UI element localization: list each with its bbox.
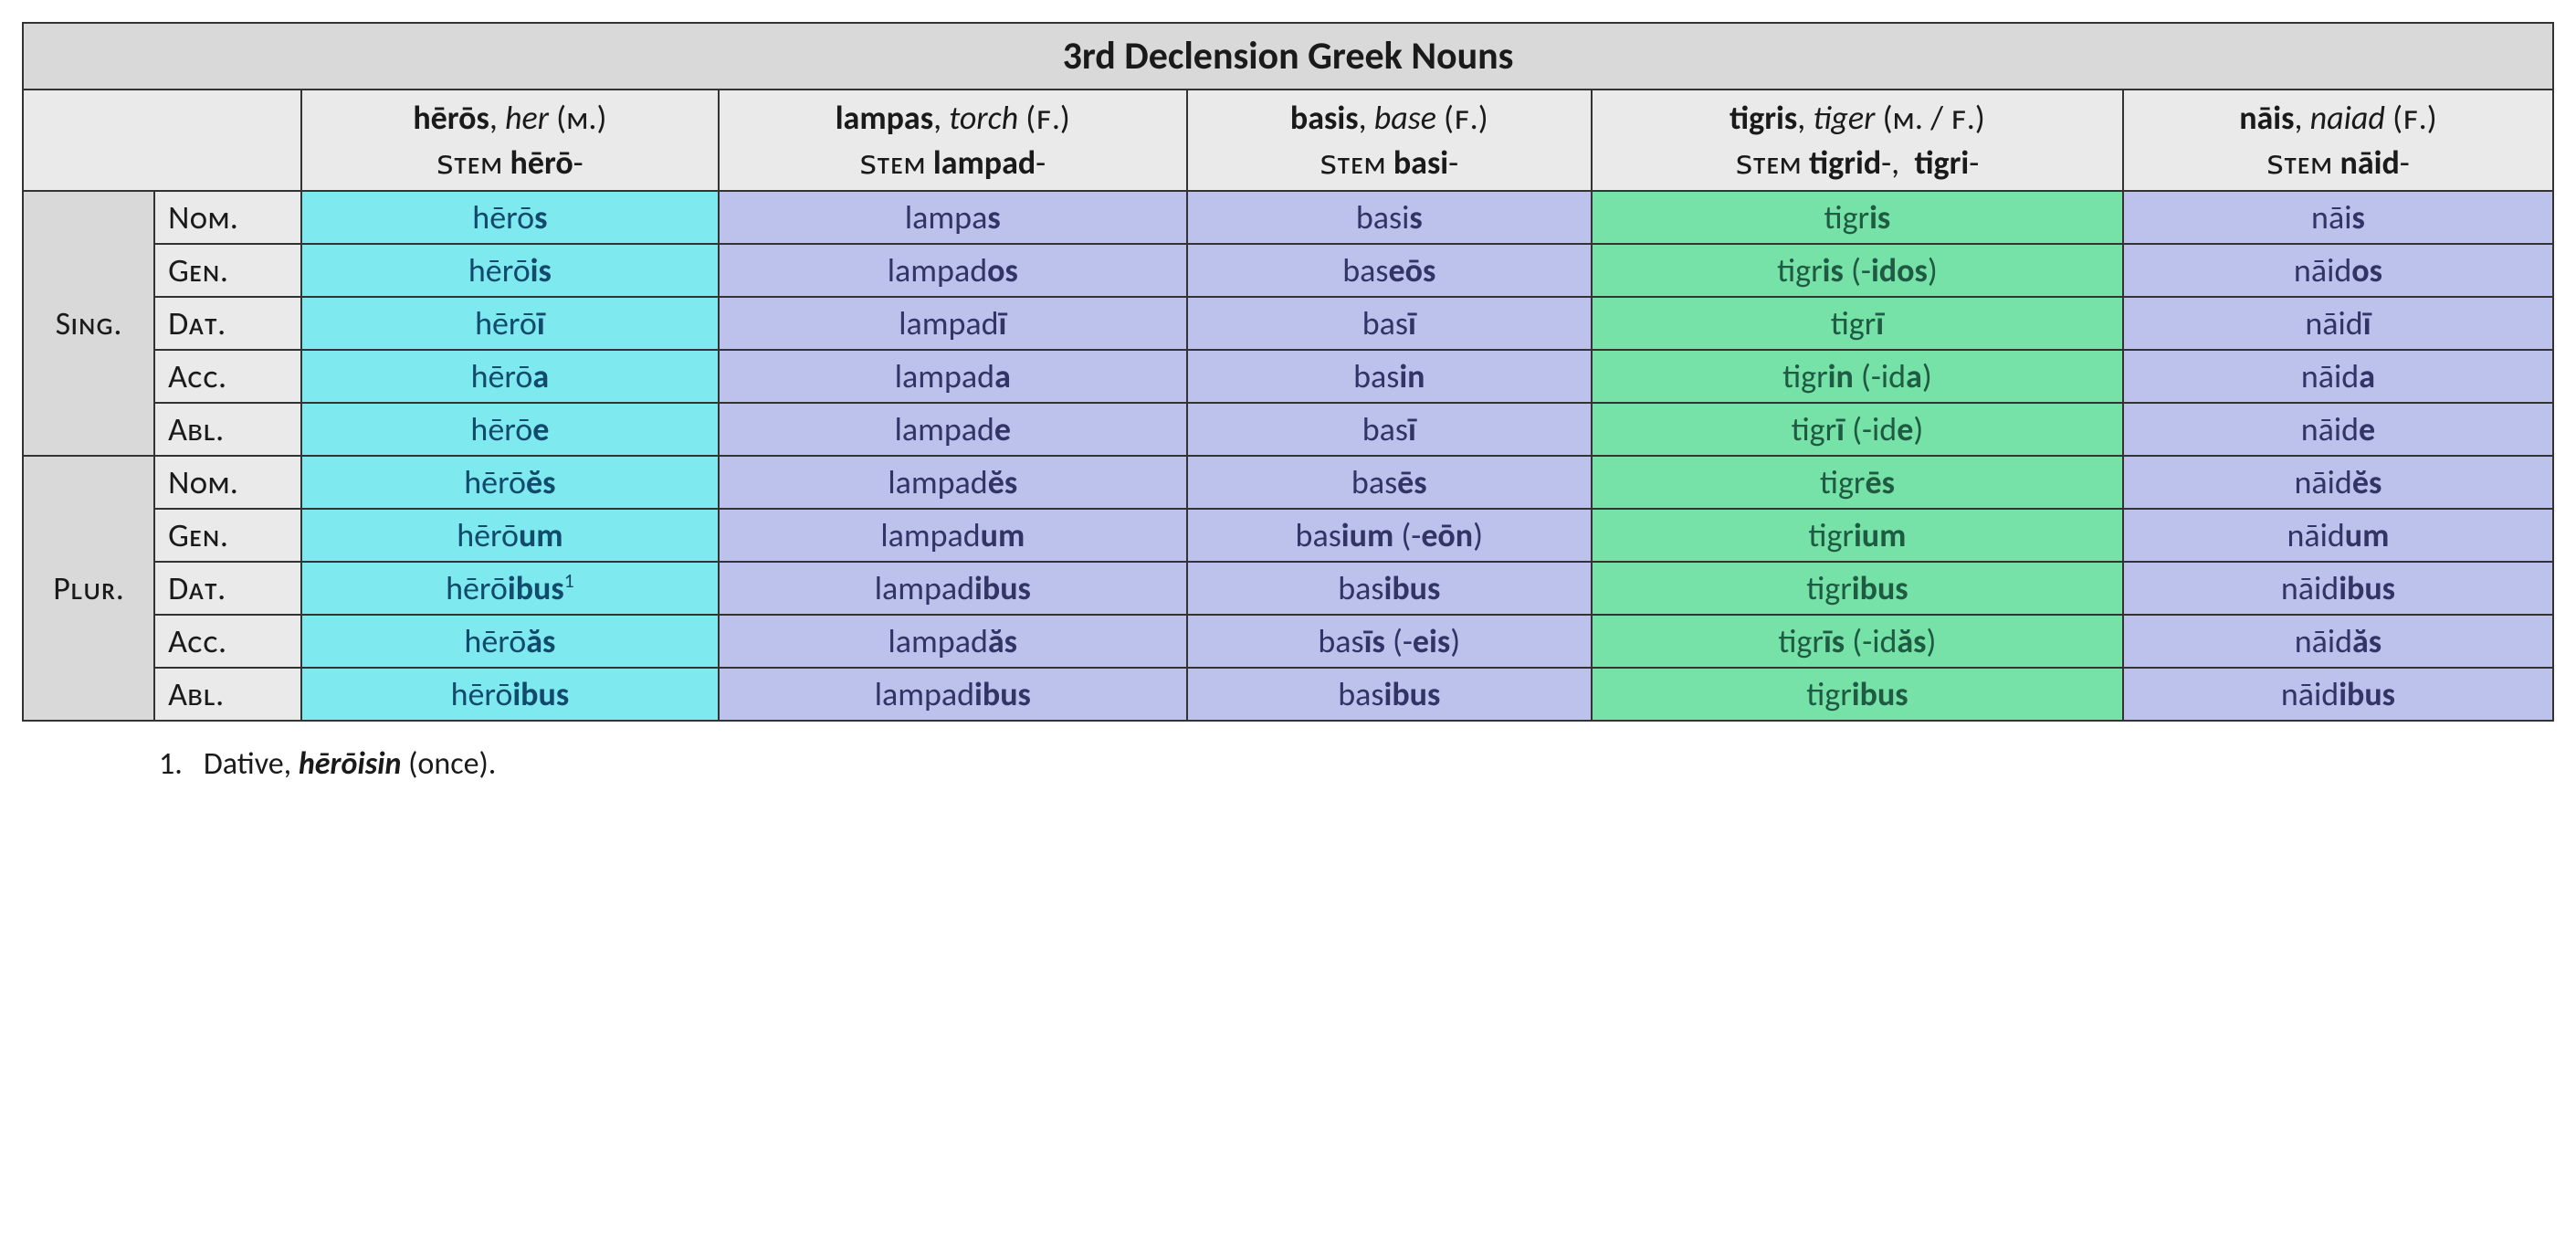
plur-label: Pʟᴜʀ. bbox=[23, 456, 154, 721]
table-row: Gᴇɴ.hērōumlampadumbasium (-eōn)tigriumnā… bbox=[23, 509, 2553, 562]
form-cell: tigrium bbox=[1592, 509, 2123, 562]
case-label-dat: Dᴀᴛ. bbox=[154, 297, 301, 350]
col-header-heros: hērōs, her (ᴍ.)ꜱᴛᴇᴍ hērō- bbox=[301, 90, 719, 191]
case-label-nom: Nᴏᴍ. bbox=[154, 191, 301, 244]
header-blank bbox=[23, 90, 301, 191]
footnote-label: Dative, bbox=[204, 745, 291, 783]
form-cell: nāis bbox=[2123, 191, 2553, 244]
form-cell: tigribus bbox=[1592, 562, 2123, 615]
form-cell: basī bbox=[1187, 403, 1592, 456]
form-cell: nāida bbox=[2123, 350, 2553, 403]
table-row: Aᴄᴄ.hērōalampadabasintigrin (-ida)nāida bbox=[23, 350, 2553, 403]
form-cell: hērōs bbox=[301, 191, 719, 244]
form-cell: basis bbox=[1187, 191, 1592, 244]
case-label-acc: Aᴄᴄ. bbox=[154, 350, 301, 403]
form-cell: nāidĕs bbox=[2123, 456, 2553, 509]
form-cell: lampas bbox=[719, 191, 1187, 244]
form-cell: nāidī bbox=[2123, 297, 2553, 350]
form-cell: basīs (-eis) bbox=[1187, 615, 1592, 668]
form-cell: tigrīs (-idăs) bbox=[1592, 615, 2123, 668]
form-cell: tigrēs bbox=[1592, 456, 2123, 509]
header-row: hērōs, her (ᴍ.)ꜱᴛᴇᴍ hērō- lampas, torch … bbox=[23, 90, 2553, 191]
col-header-nais: nāis, naiad (ꜰ.)ꜱᴛᴇᴍ nāid- bbox=[2123, 90, 2553, 191]
form-cell: hērōī bbox=[301, 297, 719, 350]
case-label-dat: Dᴀᴛ. bbox=[154, 562, 301, 615]
footnote-post: (once). bbox=[408, 745, 496, 783]
table-row: Sɪɴɢ.Nᴏᴍ.hērōslampasbasistigrisnāis bbox=[23, 191, 2553, 244]
sing-label: Sɪɴɢ. bbox=[23, 191, 154, 456]
form-cell: lampadibus bbox=[719, 668, 1187, 721]
table-row: Aʙʟ.hērōibuslampadibusbasibustigribusnāi… bbox=[23, 668, 2553, 721]
form-cell: hērōum bbox=[301, 509, 719, 562]
form-cell: nāidos bbox=[2123, 244, 2553, 297]
form-cell: lampadibus bbox=[719, 562, 1187, 615]
form-cell: basibus bbox=[1187, 668, 1592, 721]
form-cell: basēs bbox=[1187, 456, 1592, 509]
case-label-nom: Nᴏᴍ. bbox=[154, 456, 301, 509]
form-cell: lampadum bbox=[719, 509, 1187, 562]
col-header-tigris: tigris, tiger (ᴍ. / ꜰ.)ꜱᴛᴇᴍ tigrid-, tig… bbox=[1592, 90, 2123, 191]
col-header-basis: basis, base (ꜰ.)ꜱᴛᴇᴍ basi- bbox=[1187, 90, 1592, 191]
form-cell: lampadăs bbox=[719, 615, 1187, 668]
form-cell: basī bbox=[1187, 297, 1592, 350]
form-cell: tigris bbox=[1592, 191, 2123, 244]
form-cell: basin bbox=[1187, 350, 1592, 403]
footnote: 1. Dative, hērōisin (once). bbox=[22, 745, 2554, 783]
form-cell: hērōe bbox=[301, 403, 719, 456]
table-row: Dᴀᴛ.hērōīlampadībasītigrīnāidī bbox=[23, 297, 2553, 350]
case-label-gen: Gᴇɴ. bbox=[154, 509, 301, 562]
table-row: Dᴀᴛ.hērōibus1lampadibusbasibustigribusnā… bbox=[23, 562, 2553, 615]
form-cell: hērōa bbox=[301, 350, 719, 403]
footnote-form: hērōisin bbox=[299, 745, 402, 783]
form-cell: lampada bbox=[719, 350, 1187, 403]
case-label-abl: Aʙʟ. bbox=[154, 668, 301, 721]
form-cell: tigris (-idos) bbox=[1592, 244, 2123, 297]
form-cell: tigrin (-ida) bbox=[1592, 350, 2123, 403]
form-cell: lampade bbox=[719, 403, 1187, 456]
form-cell: lampadī bbox=[719, 297, 1187, 350]
declension-table: 3rd Declension Greek Nouns hērōs, her (ᴍ… bbox=[22, 22, 2554, 722]
table-title: 3rd Declension Greek Nouns bbox=[23, 23, 2553, 90]
form-cell: hērōibus1 bbox=[301, 562, 719, 615]
case-label-acc: Aᴄᴄ. bbox=[154, 615, 301, 668]
form-cell: basium (-eōn) bbox=[1187, 509, 1592, 562]
table-row: Aʙʟ.hērōelampadebasītigrī (-ide)nāide bbox=[23, 403, 2553, 456]
form-cell: nāidibus bbox=[2123, 562, 2553, 615]
table-row: Aᴄᴄ.hērōăslampadăsbasīs (-eis)tigrīs (-i… bbox=[23, 615, 2553, 668]
form-cell: lampadĕs bbox=[719, 456, 1187, 509]
form-cell: nāide bbox=[2123, 403, 2553, 456]
case-label-gen: Gᴇɴ. bbox=[154, 244, 301, 297]
form-cell: hērōĕs bbox=[301, 456, 719, 509]
footnote-number: 1. bbox=[159, 745, 183, 783]
table-row: Gᴇɴ.hērōislampadosbaseōstigris (-idos)nā… bbox=[23, 244, 2553, 297]
form-cell: tigribus bbox=[1592, 668, 2123, 721]
form-cell: tigrī bbox=[1592, 297, 2123, 350]
form-cell: hērōis bbox=[301, 244, 719, 297]
form-cell: hērōibus bbox=[301, 668, 719, 721]
form-cell: basibus bbox=[1187, 562, 1592, 615]
form-cell: tigrī (-ide) bbox=[1592, 403, 2123, 456]
form-cell: hērōăs bbox=[301, 615, 719, 668]
form-cell: nāidibus bbox=[2123, 668, 2553, 721]
form-cell: baseōs bbox=[1187, 244, 1592, 297]
case-label-abl: Aʙʟ. bbox=[154, 403, 301, 456]
table-row: Pʟᴜʀ.Nᴏᴍ.hērōĕslampadĕsbasēstigrēsnāidĕs bbox=[23, 456, 2553, 509]
col-header-lampas: lampas, torch (ꜰ.)ꜱᴛᴇᴍ lampad- bbox=[719, 90, 1187, 191]
form-cell: nāidum bbox=[2123, 509, 2553, 562]
form-cell: nāidăs bbox=[2123, 615, 2553, 668]
form-cell: lampados bbox=[719, 244, 1187, 297]
